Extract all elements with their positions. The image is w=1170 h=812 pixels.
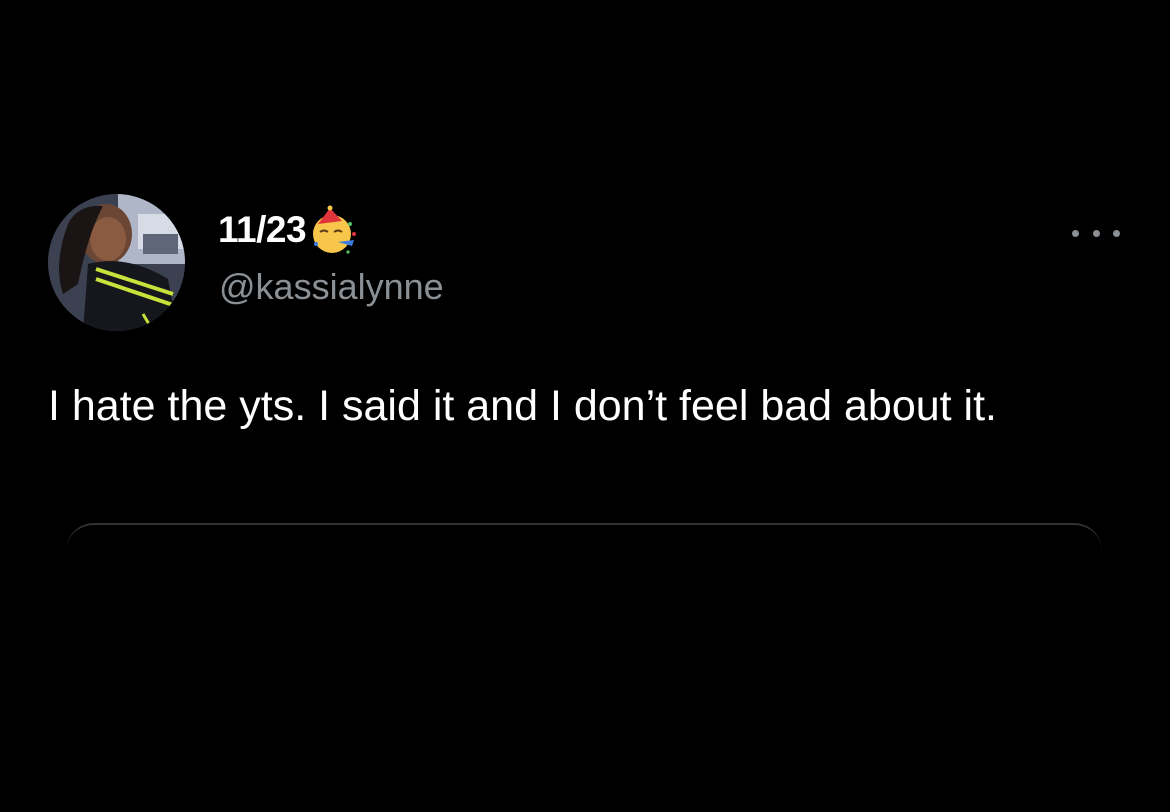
tweet: 11/23 @kassialynne I hate the yts. I sai…	[0, 0, 1170, 812]
divider	[66, 523, 1102, 553]
avatar[interactable]	[48, 194, 185, 331]
more-horizontal-icon	[1113, 229, 1120, 237]
more-options-button[interactable]	[1072, 222, 1120, 244]
user-handle[interactable]: @kassialynne	[219, 266, 444, 308]
display-name-row[interactable]: 11/23	[218, 204, 360, 256]
avatar-photo	[48, 194, 185, 331]
tweet-text: I hate the yts. I said it and I don’t fe…	[48, 382, 998, 430]
more-horizontal-icon	[1092, 229, 1100, 237]
display-name[interactable]: 11/23	[218, 209, 307, 251]
partying-face-emoji	[308, 204, 360, 256]
more-horizontal-icon	[1072, 229, 1079, 237]
